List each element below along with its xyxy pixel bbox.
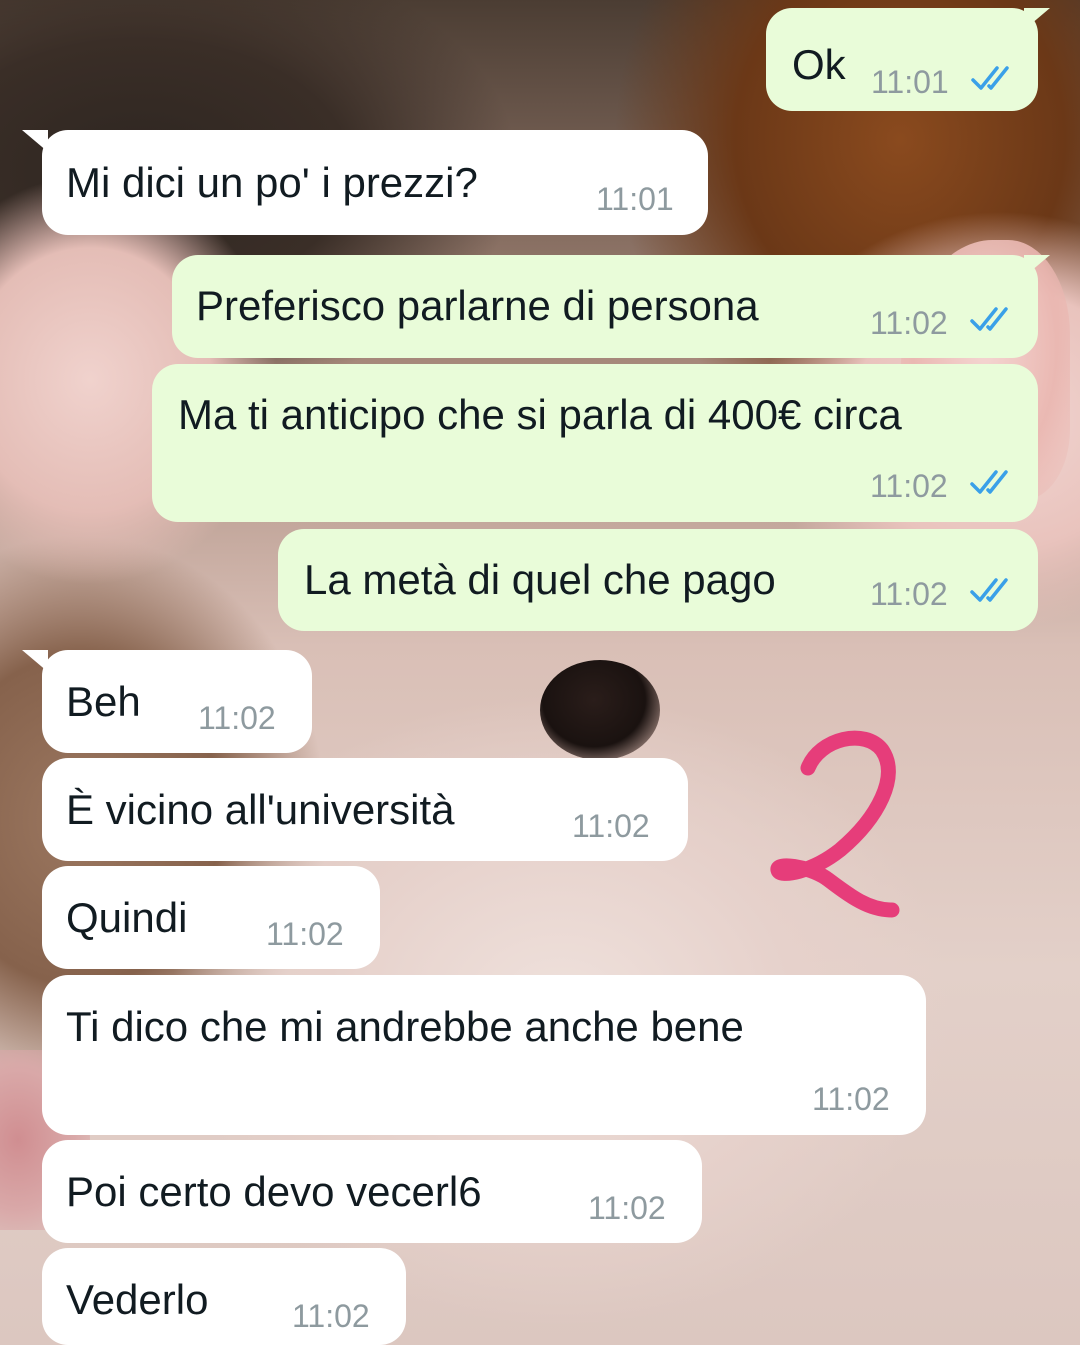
message-bubble-outgoing[interactable]: Preferisco parlarne di persona 11:02 <box>172 255 1050 358</box>
message-bubble-incoming[interactable]: È vicino all'università 11:02 <box>42 758 688 861</box>
message-bubble-incoming[interactable]: Mi dici un po' i prezzi? 11:01 <box>22 130 708 235</box>
message-bubble-incoming[interactable]: Quindi 11:02 <box>42 866 380 969</box>
bubble-tail <box>22 650 48 672</box>
message-text: Vederlo <box>66 1276 209 1323</box>
message-text: La metà di quel che pago <box>304 556 776 603</box>
double-check-read-icon <box>970 578 1008 602</box>
message-text: Poi certo devo vecerl6 <box>66 1168 482 1215</box>
message-text: Mi dici un po' i prezzi? <box>66 159 478 206</box>
message-text: Preferisco parlarne di persona <box>196 282 759 329</box>
message-text: Quindi <box>66 894 188 941</box>
double-check-read-icon <box>971 66 1009 90</box>
double-check-read-icon <box>970 470 1008 494</box>
message-time: 11:02 <box>812 1081 890 1117</box>
message-bubble-incoming[interactable]: Poi certo devo vecerl6 11:02 <box>42 1140 702 1243</box>
handwritten-number-annotation <box>770 730 900 918</box>
message-time: 11:02 <box>266 916 344 952</box>
message-bubble-outgoing[interactable]: Ma ti anticipo che si parla di 400€ circ… <box>152 364 1038 522</box>
message-time: 11:02 <box>588 1190 666 1226</box>
wallpaper-pig-eye <box>540 660 660 760</box>
bubble-tail <box>1024 8 1050 30</box>
message-time: 11:01 <box>596 181 674 217</box>
message-bubble-incoming[interactable]: Vederlo 11:02 <box>42 1248 406 1345</box>
message-time: 11:02 <box>292 1298 370 1334</box>
message-bubble-incoming[interactable]: Beh 11:02 <box>22 650 312 753</box>
message-text: È vicino all'università <box>66 786 455 833</box>
message-bubble-incoming[interactable]: Ti dico che mi andrebbe anche bene 11:02 <box>42 975 926 1135</box>
bubble-tail <box>22 130 48 152</box>
message-text: Ti dico che mi andrebbe anche bene <box>66 1003 744 1050</box>
message-text: Ma ti anticipo che si parla di 400€ circ… <box>178 391 902 438</box>
message-text: Beh <box>66 678 141 725</box>
message-time: 11:02 <box>198 700 276 736</box>
message-time: 11:02 <box>870 468 948 504</box>
message-time: 11:02 <box>870 576 948 612</box>
bubble-tail <box>1024 255 1050 277</box>
message-bubble-outgoing[interactable]: Ok 11:01 <box>766 8 1050 111</box>
message-time: 11:01 <box>871 64 949 100</box>
message-text: Ok <box>792 41 846 88</box>
message-time: 11:02 <box>870 305 948 341</box>
double-check-read-icon <box>970 307 1008 331</box>
message-bubble-outgoing[interactable]: La metà di quel che pago 11:02 <box>278 529 1038 631</box>
message-time: 11:02 <box>572 808 650 844</box>
